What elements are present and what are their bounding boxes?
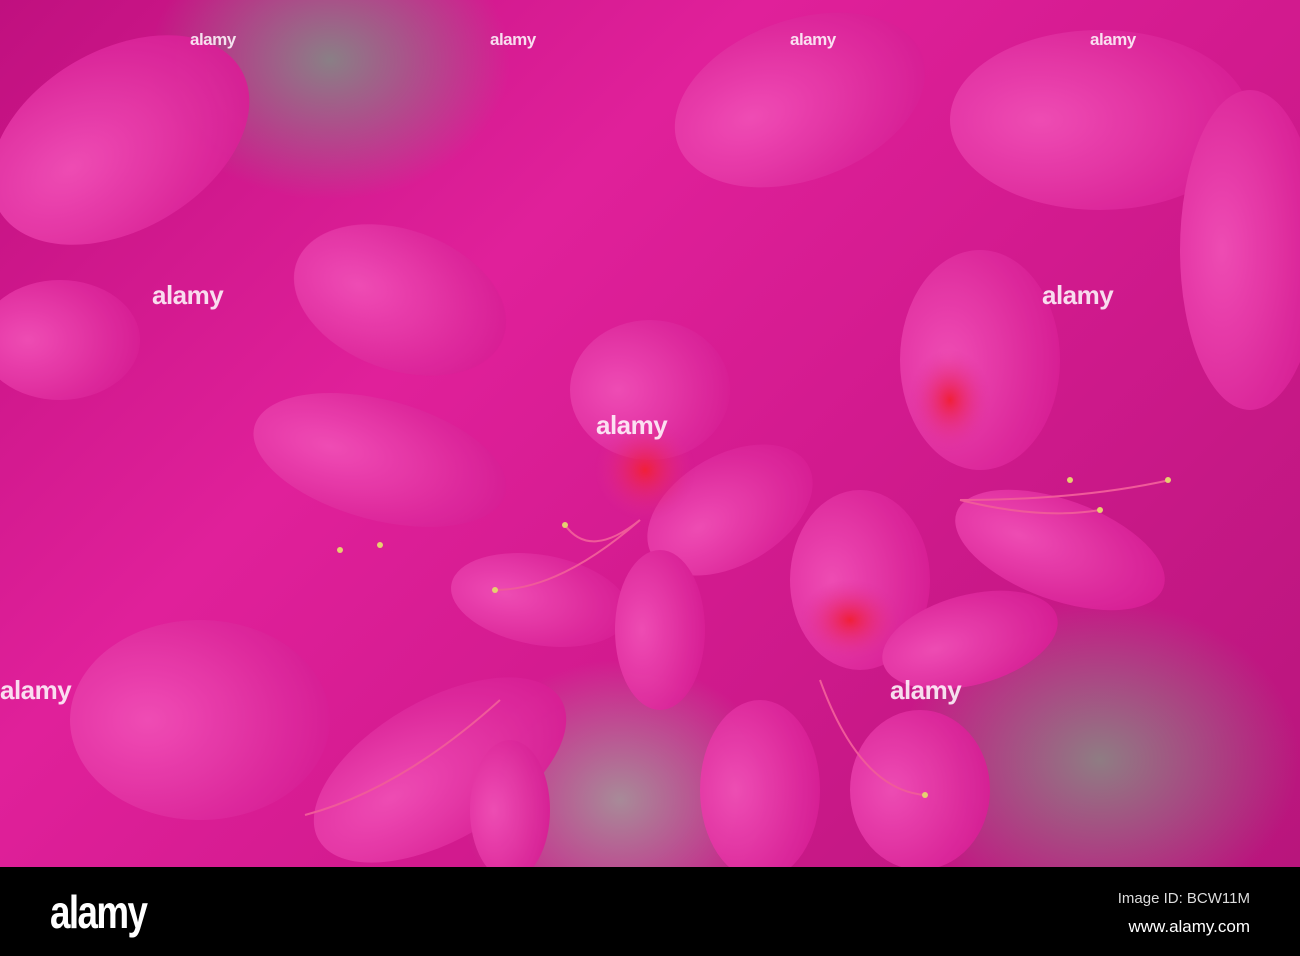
watermark: alamy — [1042, 280, 1114, 310]
alamy-logo: alamy — [50, 886, 148, 938]
watermark: alamy — [0, 675, 72, 705]
flower-photo: alamy alamy alamy alamy alamy alamy alam… — [0, 0, 1300, 867]
watermark: alamy — [190, 30, 236, 49]
watermark: alamy — [790, 30, 836, 49]
watermark: alamy — [1090, 30, 1136, 49]
site-url: www.alamy.com — [1128, 917, 1250, 936]
watermark: alamy — [152, 280, 224, 310]
watermark: alamy — [490, 30, 536, 49]
watermark: alamy — [596, 410, 668, 440]
footer-bar: alamy Image ID: BCW11M www.alamy.com — [0, 867, 1300, 956]
watermark: alamy — [890, 675, 962, 705]
image-id: Image ID: BCW11M — [1117, 890, 1250, 907]
